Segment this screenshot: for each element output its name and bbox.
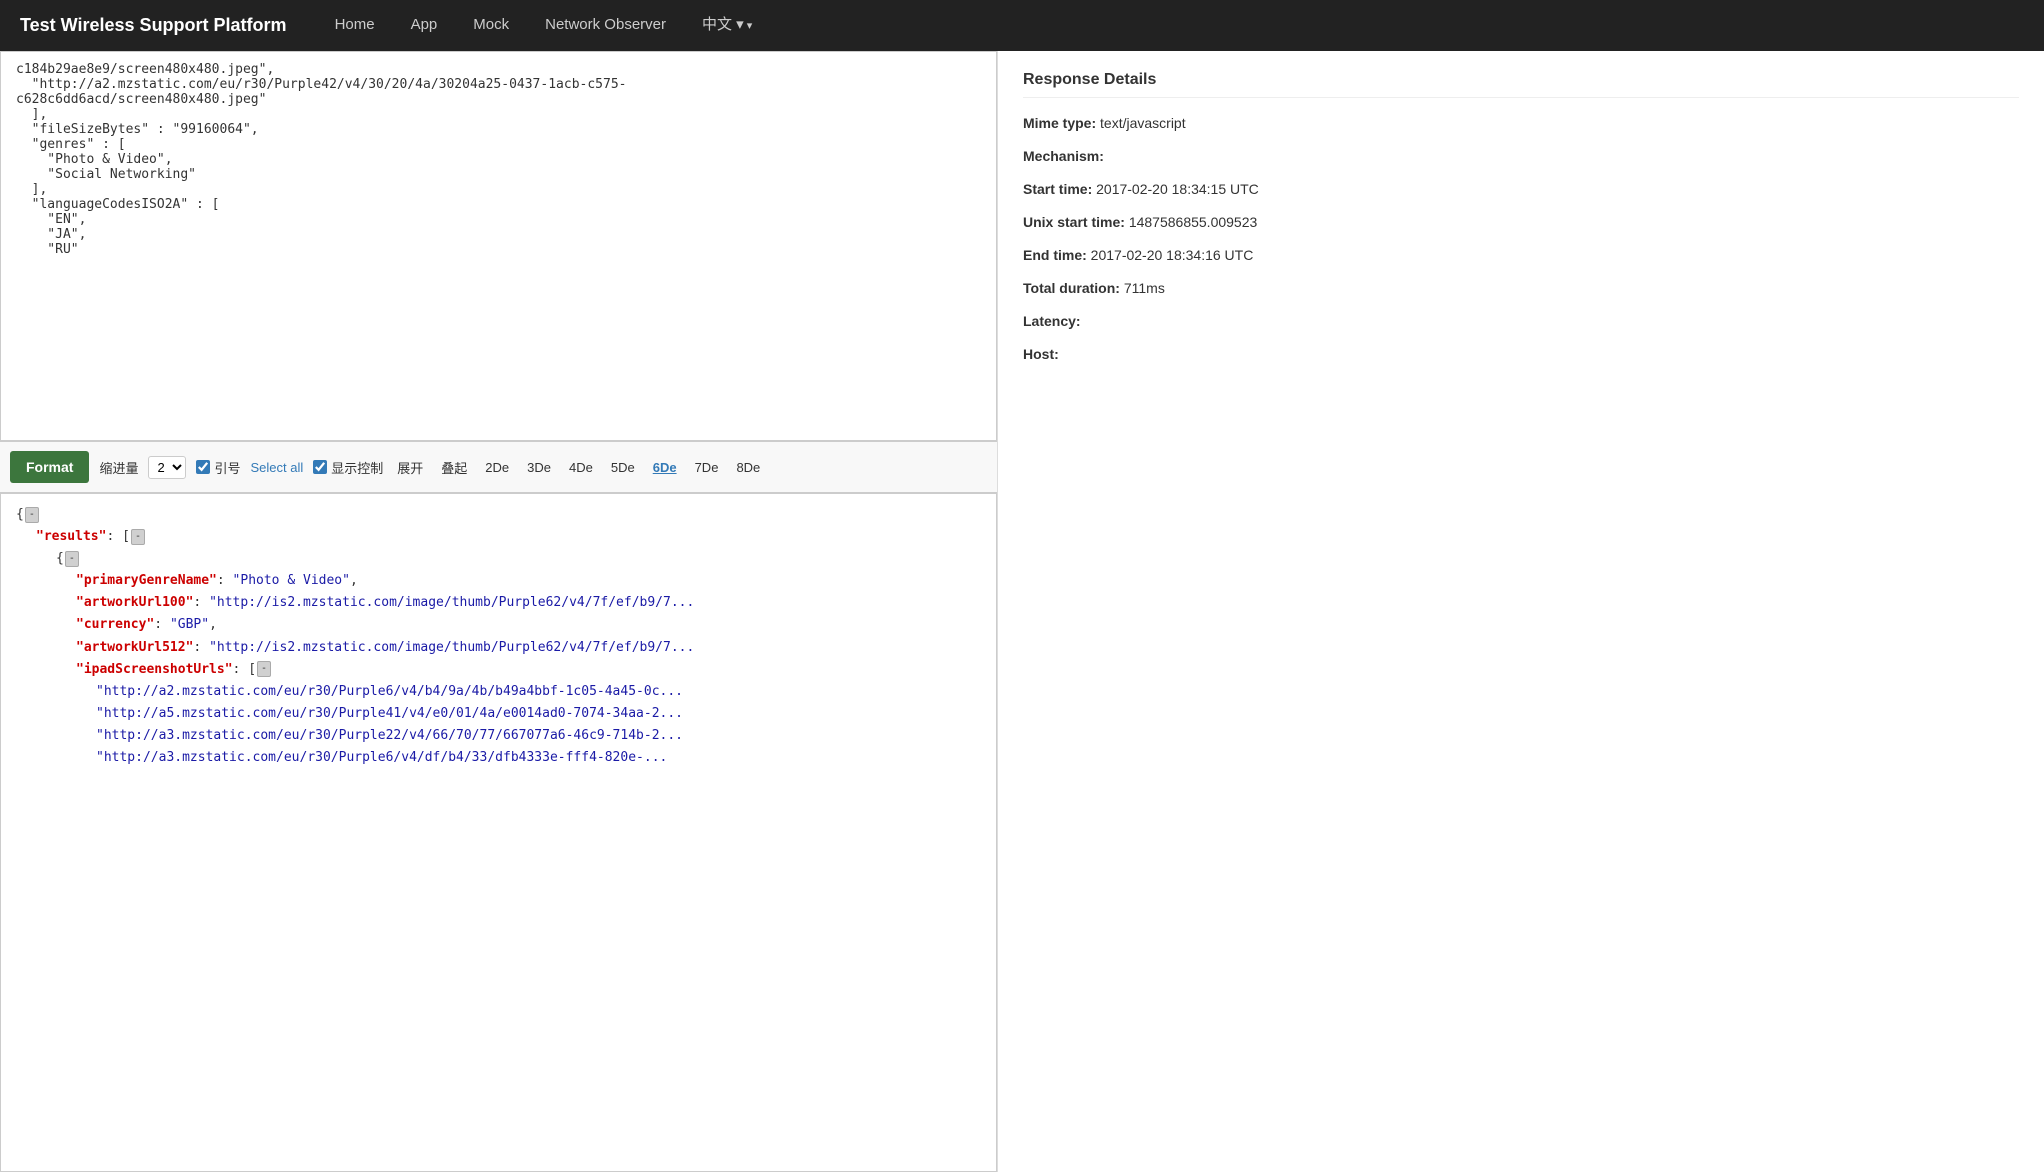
nav-item-app[interactable]: App — [393, 0, 456, 52]
main-container: c184b29ae8e9/screen480x480.jpeg", "http:… — [0, 51, 2044, 1172]
nav-link-home[interactable]: Home — [317, 0, 393, 50]
ipad-collapse-icon[interactable]: - — [257, 661, 271, 677]
json-ipad-url-1: "http://a2.mzstatic.com/eu/r30/Purple6/v… — [96, 681, 981, 703]
start-time-value: 2017-02-20 18:34:15 UTC — [1096, 181, 1259, 197]
json-viewer: {- "results": [- {- "primaryGenreName": … — [0, 493, 997, 1172]
latency-label: Latency: — [1023, 313, 1081, 329]
json-ipad-url-3: "http://a3.mzstatic.com/eu/r30/Purple22/… — [96, 725, 981, 747]
toolbar: Format 缩进量 1 2 3 4 引号 Select all 显示控制 展开… — [0, 441, 997, 493]
nav-link-network-observer[interactable]: Network Observer — [527, 0, 684, 50]
response-title: Response Details — [1023, 71, 2019, 98]
navbar-nav: Home App Mock Network Observer 中文 ▾ — [317, 0, 771, 52]
nav-item-home[interactable]: Home — [317, 0, 393, 52]
json-primary-genre: "primaryGenreName": "Photo & Video", — [76, 570, 981, 592]
show-control-checkbox[interactable] — [313, 460, 327, 474]
meta-mime-type: Mime type: text/javascript — [1023, 113, 2019, 134]
expand-button[interactable]: 展开 — [393, 456, 427, 479]
indent-label: 缩进量 — [99, 458, 138, 477]
quote-checkbox-group[interactable]: 引号 — [196, 458, 240, 477]
mechanism-label: Mechanism: — [1023, 148, 1104, 164]
end-time-label: End time: — [1023, 247, 1091, 263]
format-button[interactable]: Format — [10, 451, 89, 483]
de5-button[interactable]: 5De — [607, 458, 639, 477]
end-time-value: 2017-02-20 18:34:16 UTC — [1091, 247, 1254, 263]
json-ipad-url-4: "http://a3.mzstatic.com/eu/r30/Purple6/v… — [96, 747, 981, 769]
item-collapse-icon[interactable]: - — [65, 551, 79, 567]
show-control-checkbox-group[interactable]: 显示控制 — [313, 458, 383, 477]
json-artwork-url100: "artworkUrl100": "http://is2.mzstatic.co… — [76, 592, 981, 614]
start-time-label: Start time: — [1023, 181, 1096, 197]
json-ipad-url-2: "http://a5.mzstatic.com/eu/r30/Purple41/… — [96, 703, 981, 725]
results-collapse-icon[interactable]: - — [131, 529, 145, 545]
de6-button[interactable]: 6De — [649, 458, 681, 477]
total-duration-label: Total duration: — [1023, 280, 1124, 296]
navbar-brand: Test Wireless Support Platform — [20, 15, 287, 36]
nav-item-mock[interactable]: Mock — [455, 0, 527, 52]
collapse-button[interactable]: 叠起 — [437, 456, 471, 479]
meta-start-time: Start time: 2017-02-20 18:34:15 UTC — [1023, 179, 2019, 200]
nav-link-mock[interactable]: Mock — [455, 0, 527, 50]
de3-button[interactable]: 3De — [523, 458, 555, 477]
show-control-label: 显示控制 — [331, 458, 383, 477]
select-all-link[interactable]: Select all — [250, 460, 303, 475]
quote-label: 引号 — [214, 458, 240, 477]
json-artwork-url512: "artworkUrl512": "http://is2.mzstatic.co… — [76, 637, 981, 659]
de2-button[interactable]: 2De — [481, 458, 513, 477]
meta-end-time: End time: 2017-02-20 18:34:16 UTC — [1023, 245, 2019, 266]
mime-type-value: text/javascript — [1100, 115, 1186, 131]
nav-item-chinese[interactable]: 中文 ▾ — [684, 0, 770, 52]
de4-button[interactable]: 4De — [565, 458, 597, 477]
json-ipad-screenshot-urls: "ipadScreenshotUrls": [- — [76, 659, 981, 681]
meta-mechanism: Mechanism: — [1023, 146, 2019, 167]
meta-host: Host: — [1023, 344, 2019, 365]
nav-link-app[interactable]: App — [393, 0, 456, 50]
root-collapse-icon[interactable]: - — [25, 507, 39, 523]
nav-link-chinese[interactable]: 中文 ▾ — [684, 0, 770, 52]
de8-button[interactable]: 8De — [732, 458, 764, 477]
json-root-brace: {- — [16, 504, 981, 526]
right-panel: Response Details Mime type: text/javascr… — [997, 51, 2044, 1172]
json-item-brace: {- — [56, 548, 981, 570]
code-editor[interactable]: c184b29ae8e9/screen480x480.jpeg", "http:… — [0, 51, 997, 441]
left-panel: c184b29ae8e9/screen480x480.jpeg", "http:… — [0, 51, 997, 1172]
json-currency: "currency": "GBP", — [76, 614, 981, 636]
nav-item-network-observer[interactable]: Network Observer — [527, 0, 684, 52]
de7-button[interactable]: 7De — [691, 458, 723, 477]
meta-latency: Latency: — [1023, 311, 2019, 332]
quote-checkbox[interactable] — [196, 460, 210, 474]
meta-total-duration: Total duration: 711ms — [1023, 278, 2019, 299]
host-label: Host: — [1023, 346, 1059, 362]
indent-select[interactable]: 1 2 3 4 — [148, 456, 186, 479]
meta-unix-start-time: Unix start time: 1487586855.009523 — [1023, 212, 2019, 233]
navbar: Test Wireless Support Platform Home App … — [0, 0, 2044, 51]
json-results-key: "results": [- — [36, 526, 981, 548]
unix-start-time-label: Unix start time: — [1023, 214, 1129, 230]
unix-start-time-value: 1487586855.009523 — [1129, 214, 1257, 230]
mime-type-label: Mime type: — [1023, 115, 1100, 131]
total-duration-value: 711ms — [1124, 280, 1165, 296]
